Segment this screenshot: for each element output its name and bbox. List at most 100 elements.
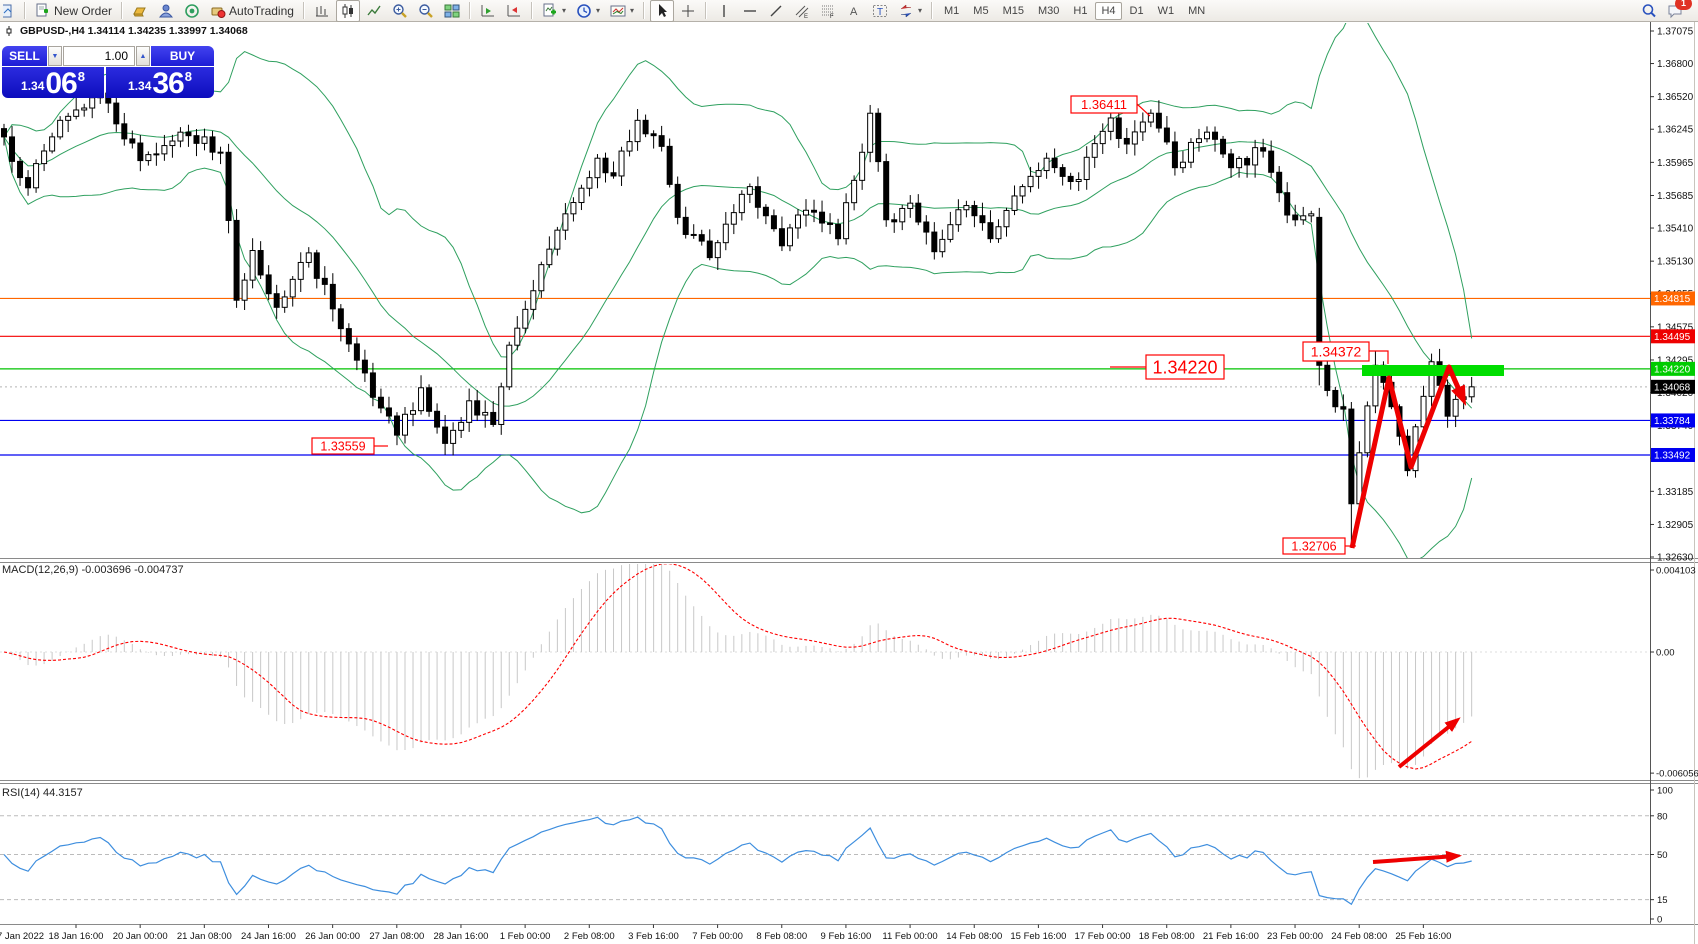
svg-text:1.36411: 1.36411 <box>1081 97 1127 112</box>
time-label: 21 Jan 08:00 <box>177 931 232 942</box>
metaeditor-button[interactable] <box>154 0 178 22</box>
timeframe-m5[interactable]: M5 <box>967 2 994 20</box>
zoom-out-button[interactable] <box>414 0 438 22</box>
chart-shift-button[interactable] <box>502 0 526 22</box>
zoom-out-icon <box>418 3 434 19</box>
periods-button[interactable]: ▾ <box>572 0 604 22</box>
crosshair-tool-button[interactable] <box>676 0 700 22</box>
svg-text:1.33784: 1.33784 <box>1654 416 1691 427</box>
horizontal-line-tool[interactable] <box>738 0 762 22</box>
svg-text:1.37075: 1.37075 <box>1657 27 1694 38</box>
svg-text:1.34068: 1.34068 <box>1654 382 1691 393</box>
bar-chart-icon <box>314 3 330 19</box>
autotrading-label: AutoTrading <box>229 4 294 18</box>
autotrading-button[interactable]: AutoTrading <box>206 0 298 22</box>
svg-text:1.35410: 1.35410 <box>1657 224 1694 235</box>
time-label: 18 Feb 08:00 <box>1139 931 1195 942</box>
svg-text:1.35685: 1.35685 <box>1657 191 1694 202</box>
tile-windows-button[interactable] <box>440 0 464 22</box>
chart-window-icon <box>3 3 19 19</box>
macd-label: MACD(12,26,9) -0.003696 -0.004737 <box>2 564 184 576</box>
auto-scroll-button[interactable] <box>476 0 500 22</box>
editor-person-icon <box>158 3 174 19</box>
cursor-tool-button[interactable] <box>650 0 674 22</box>
autotrading-icon <box>210 3 226 19</box>
sell-price-display[interactable]: 1.34 06 8 <box>2 67 104 98</box>
time-label: 15 Feb 16:00 <box>1010 931 1066 942</box>
volume-increase-button[interactable]: ▲ <box>136 46 150 66</box>
separator <box>303 2 305 19</box>
timeframe-d1[interactable]: D1 <box>1124 2 1150 20</box>
vertical-line-icon <box>716 3 732 19</box>
trendline-tool[interactable] <box>764 0 788 22</box>
timeframe-h1[interactable]: H1 <box>1067 2 1093 20</box>
gold-bar-icon <box>132 3 148 19</box>
svg-text:80: 80 <box>1657 811 1668 822</box>
sell-price-big: 06 <box>45 71 76 97</box>
signal-icon <box>184 3 200 19</box>
price-callout-label[interactable]: 1.32706 <box>1283 538 1356 554</box>
sell-price-pip: 8 <box>78 69 85 84</box>
chat-notification-badge: 1 <box>1675 0 1692 10</box>
timeframe-h4[interactable]: H4 <box>1095 2 1121 20</box>
bar-chart-mode-button[interactable] <box>310 0 334 22</box>
arrows-icon <box>898 3 914 19</box>
separator <box>469 2 471 19</box>
tile-windows-icon <box>444 3 460 19</box>
svg-text:E: E <box>804 14 808 19</box>
horizontal-line-icon <box>742 3 758 19</box>
buy-price-pip: 8 <box>185 69 192 84</box>
timeframe-m15[interactable]: M15 <box>997 2 1030 20</box>
timeframe-w1[interactable]: W1 <box>1152 2 1181 20</box>
new-order-icon <box>35 3 51 19</box>
candle-chart-mode-button[interactable] <box>336 0 360 22</box>
time-label: 24 Jan 16:00 <box>241 931 296 942</box>
text-label-tool[interactable]: T <box>868 0 892 22</box>
templates-button[interactable]: ▾ <box>606 0 638 22</box>
market-watch-button[interactable] <box>128 0 152 22</box>
indicators-icon <box>542 3 558 19</box>
text-tool[interactable]: A <box>842 0 866 22</box>
line-chart-mode-button[interactable] <box>362 0 386 22</box>
line-chart-icon <box>366 3 382 19</box>
timeframe-m30[interactable]: M30 <box>1032 2 1065 20</box>
time-label: 2 Feb 08:00 <box>564 931 615 942</box>
vertical-line-tool[interactable] <box>712 0 736 22</box>
signals-button[interactable] <box>180 0 204 22</box>
chat-button[interactable]: 1 <box>1663 0 1687 22</box>
svg-text:1.35965: 1.35965 <box>1657 158 1694 169</box>
arrows-tool[interactable]: ▾ <box>894 0 926 22</box>
search-icon <box>1641 3 1657 19</box>
separator <box>24 2 26 19</box>
svg-text:1.33492: 1.33492 <box>1654 450 1691 461</box>
svg-text:F: F <box>830 14 834 19</box>
time-label: 24 Feb 08:00 <box>1331 931 1387 942</box>
timeframe-mn[interactable]: MN <box>1182 2 1211 20</box>
separator <box>643 2 645 19</box>
sell-button[interactable]: SELL <box>2 46 47 66</box>
symbol-ohlc-text: GBPUSD-,H4 1.34114 1.34235 1.33997 1.340… <box>20 25 248 37</box>
svg-text:1.33559: 1.33559 <box>320 440 365 454</box>
time-label: 23 Feb 00:00 <box>1267 931 1323 942</box>
buy-price-display[interactable]: 1.34 36 8 <box>106 67 214 98</box>
green-resistance-bar <box>1362 365 1504 376</box>
text-label-icon: T <box>872 3 888 19</box>
time-label: 20 Jan 00:00 <box>113 931 168 942</box>
timeframe-m1[interactable]: M1 <box>938 2 965 20</box>
volume-decrease-button[interactable]: ▼ <box>48 46 62 66</box>
fibonacci-tool[interactable]: F <box>816 0 840 22</box>
separator <box>121 2 123 19</box>
clock-icon <box>576 3 592 19</box>
volume-input[interactable] <box>63 46 135 66</box>
search-button[interactable] <box>1637 0 1661 22</box>
time-label: 8 Feb 08:00 <box>756 931 807 942</box>
chart-shift-icon <box>506 3 522 19</box>
zoom-in-button[interactable] <box>388 0 412 22</box>
equidistant-channel-tool[interactable]: E <box>790 0 814 22</box>
chart-canvas[interactable]: 1.370751.368001.365201.362451.359651.356… <box>0 0 1698 944</box>
indicators-button[interactable]: ▾ <box>538 0 570 22</box>
symbol-header: GBPUSD-,H4 1.34114 1.34235 1.33997 1.340… <box>6 25 248 37</box>
buy-button[interactable]: BUY <box>151 46 214 66</box>
new-order-button[interactable]: New Order <box>31 0 116 22</box>
svg-text:1.36520: 1.36520 <box>1657 92 1694 103</box>
